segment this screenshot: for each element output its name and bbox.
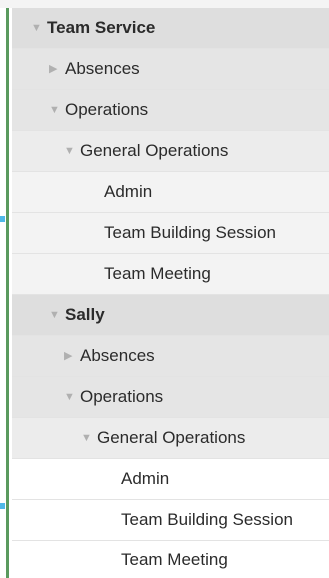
tree-node-label: Team Meeting [104,264,211,283]
tree-leaf-admin[interactable]: Admin [12,172,329,213]
collapse-arrow-icon[interactable]: ▼ [49,104,65,116]
tree-leaf-team-building-session[interactable]: Team Building Session [12,213,329,254]
tree-left-accent-bar [6,8,9,578]
tree-node-label: Team Meeting [121,549,228,569]
collapse-arrow-icon[interactable]: ▼ [64,391,80,403]
tree-node-label: General Operations [97,428,246,447]
tree-node-label: Team Building Session [104,223,276,242]
tree-node-label: Team Service [47,18,156,37]
tree-node-sally[interactable]: ▼ Sally [12,295,329,336]
tree-node-label: Absences [80,346,155,365]
collapse-arrow-icon[interactable]: ▼ [31,22,47,34]
tree-leaf-team-building-session[interactable]: Team Building Session [12,500,329,541]
tree-node-label: Absences [65,59,140,78]
tree-node-general-operations[interactable]: ▼ General Operations [12,418,329,459]
tree-node-operations[interactable]: ▼ Operations [12,90,329,131]
tree-node-team-service[interactable]: ▼ Team Service [12,8,329,49]
tree-node-general-operations[interactable]: ▼ General Operations [12,131,329,172]
tree-view: ▼ Team Service ▶ Absences ▼ Operations ▼… [0,0,329,578]
expand-arrow-icon[interactable]: ▶ [49,63,65,75]
selection-marker [0,503,5,509]
tree-node-label: Operations [65,100,149,119]
tree-top-strip [0,0,329,8]
tree-node-label: General Operations [80,141,229,160]
tree-node-label: Sally [65,305,105,324]
collapse-arrow-icon[interactable]: ▼ [49,309,65,321]
tree-leaf-admin[interactable]: Admin [12,459,329,500]
tree-node-label: Admin [121,469,170,488]
tree-node-label: Admin [104,182,153,201]
tree-node-absences[interactable]: ▶ Absences [12,49,329,90]
expand-arrow-icon[interactable]: ▶ [64,350,80,362]
selection-marker [0,216,5,222]
tree-leaf-team-meeting[interactable]: Team Meeting [12,254,329,295]
collapse-arrow-icon[interactable]: ▼ [64,145,80,157]
tree-node-label: Team Building Session [121,510,293,529]
tree-node-operations[interactable]: ▼ Operations [12,377,329,418]
collapse-arrow-icon[interactable]: ▼ [81,432,97,444]
tree-node-absences[interactable]: ▶ Absences [12,336,329,377]
tree-leaf-team-meeting[interactable]: Team Meeting [12,541,329,578]
tree-node-label: Operations [80,387,164,406]
